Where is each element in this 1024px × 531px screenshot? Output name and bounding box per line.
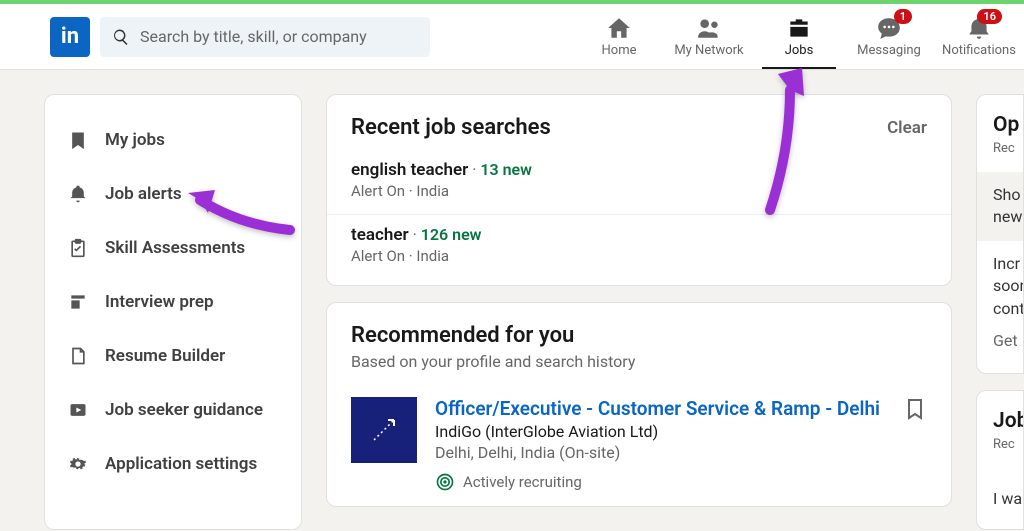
job-location: Delhi, Delhi, India (On-site)	[435, 443, 885, 462]
recent-searches-card: Recent job searches Clear english teache…	[326, 94, 952, 286]
search-row[interactable]: english teacher · 13 new Alert On · Indi…	[327, 150, 951, 215]
sidebar-job-seeker-guidance[interactable]: Job seeker guidance	[45, 383, 301, 437]
sidebar-skill-assessments[interactable]: Skill Assessments	[45, 221, 301, 275]
sidebar-my-jobs[interactable]: My jobs	[45, 113, 301, 167]
people-icon	[696, 15, 722, 41]
bell-icon	[65, 181, 91, 207]
sidebar-application-settings[interactable]: Application settings	[45, 437, 301, 491]
clear-button[interactable]: Clear	[887, 118, 927, 138]
company-logo	[351, 397, 417, 463]
clipboard-icon	[65, 235, 91, 261]
job-company: IndiGo (InterGlobe Aviation Ltd)	[435, 422, 885, 441]
job-listing[interactable]: Officer/Executive - Customer Service & R…	[327, 387, 951, 506]
nav-jobs[interactable]: Jobs	[754, 4, 844, 69]
job-title-link[interactable]: Officer/Executive - Customer Service & R…	[435, 397, 885, 420]
recruiting-status: Actively recruiting	[435, 472, 885, 492]
recent-searches-title: Recent job searches	[351, 115, 551, 140]
page-icon	[65, 343, 91, 369]
search-placeholder: Search by title, skill, or company	[140, 27, 367, 46]
play-icon	[65, 397, 91, 423]
nav-home[interactable]: Home	[574, 4, 664, 69]
sidebar-interview-prep[interactable]: Interview prep	[45, 275, 301, 329]
nav-notifications[interactable]: 16 Notifications	[934, 4, 1024, 69]
search-input[interactable]: Search by title, skill, or company	[100, 17, 430, 57]
search-icon	[112, 28, 130, 46]
save-job-button[interactable]	[903, 397, 927, 492]
linkedin-logo[interactable]: in	[50, 17, 90, 57]
right-panel-bottom: Job Rec I wa	[976, 390, 1024, 530]
top-nav: in Search by title, skill, or company Ho…	[0, 4, 1024, 70]
bookmark-icon	[65, 127, 91, 153]
messaging-badge: 1	[894, 9, 912, 24]
bookmark-outline-icon	[903, 397, 927, 421]
recommended-title: Recommended for you	[351, 323, 574, 348]
nav-messaging[interactable]: 1 Messaging	[844, 4, 934, 69]
nav-network[interactable]: My Network	[664, 4, 754, 69]
target-icon	[435, 472, 455, 492]
home-icon	[606, 15, 632, 41]
search-row[interactable]: teacher · 126 new Alert On · India	[327, 215, 951, 285]
sidebar-resume-builder[interactable]: Resume Builder	[45, 329, 301, 383]
recommended-card: Recommended for you Based on your profil…	[326, 302, 952, 507]
notifications-badge: 16	[977, 9, 1002, 24]
gear-icon	[65, 451, 91, 477]
sidebar-job-alerts[interactable]: Job alerts	[45, 167, 301, 221]
right-panel-top: Op Rec Shonew Incr soon cont Get	[976, 94, 1024, 374]
briefcase-icon	[786, 15, 812, 41]
document-icon	[65, 289, 91, 315]
sidebar: My jobs Job alerts Skill Assessments Int…	[44, 94, 302, 530]
